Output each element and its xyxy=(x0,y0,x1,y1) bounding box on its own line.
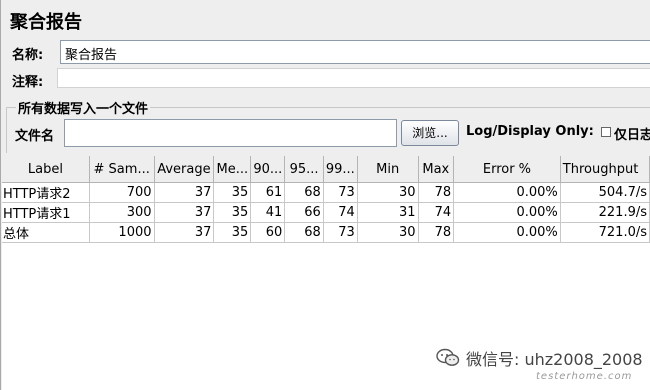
cell-samples: 700 xyxy=(89,182,155,203)
cell-average: 37 xyxy=(154,202,215,223)
comment-input[interactable] xyxy=(57,68,650,88)
cell-median: 35 xyxy=(213,222,252,243)
cell-95-line: 66 xyxy=(284,202,324,223)
comment-label: 注释: xyxy=(12,75,44,90)
cell-99-line: 73 xyxy=(323,222,358,243)
file-group-title: 所有数据写入一个文件 xyxy=(16,98,151,117)
cell-label: 总体 xyxy=(2,222,90,243)
cell-99-line: 73 xyxy=(323,182,358,203)
cell-error: 0.00% xyxy=(453,202,561,223)
cell-90-line: 60 xyxy=(250,222,286,243)
cell-95-line: 68 xyxy=(284,222,324,243)
table-header-row: Label # Sam... Average Me... 90... 95...… xyxy=(2,156,650,183)
cell-max: 78 xyxy=(418,222,455,243)
cell-90-line: 41 xyxy=(250,202,286,223)
cell-95-line: 68 xyxy=(284,182,324,203)
cell-median: 35 xyxy=(213,202,252,223)
cell-throughput: 504.7/s xyxy=(560,182,650,203)
cell-samples: 300 xyxy=(89,202,155,223)
cell-max: 78 xyxy=(418,182,455,203)
watermark-text: 微信号: uhz2008_2008 xyxy=(466,350,643,369)
table-row[interactable]: HTTP请求1 300 37 35 41 66 74 31 74 0.00% 2… xyxy=(2,202,650,223)
cell-throughput: 721.0/s xyxy=(560,222,650,243)
errors-only-label: 仅日志 xyxy=(614,128,650,143)
column-header-throughput[interactable]: Throughput xyxy=(560,156,650,183)
cell-max: 74 xyxy=(418,202,455,223)
cell-throughput: 221.9/s xyxy=(560,202,650,223)
page-title: 聚合报告 xyxy=(10,12,82,33)
column-header-average[interactable]: Average xyxy=(154,156,215,183)
cell-samples: 1000 xyxy=(89,222,155,243)
cell-average: 37 xyxy=(154,182,215,203)
cell-label: HTTP请求2 xyxy=(2,182,90,203)
wechat-icon xyxy=(436,348,460,366)
filename-input[interactable] xyxy=(64,119,397,147)
cell-median: 35 xyxy=(213,182,252,203)
browse-button[interactable]: 浏览... xyxy=(401,120,459,146)
group-border-left xyxy=(6,107,7,153)
column-header-95-line[interactable]: 95... xyxy=(284,156,324,183)
watermark: 微信号: uhz2008_2008 xyxy=(436,346,643,370)
column-header-label[interactable]: Label xyxy=(2,156,90,183)
name-label: 名称: xyxy=(12,48,44,63)
column-header-90-line[interactable]: 90... xyxy=(250,156,286,183)
panel-border xyxy=(0,0,1,390)
watermark-subtext: testerhome.com xyxy=(536,371,633,382)
table-row[interactable]: HTTP请求2 700 37 35 61 68 73 30 78 0.00% 5… xyxy=(2,182,650,203)
cell-error: 0.00% xyxy=(453,182,561,203)
column-header-samples[interactable]: # Sam... xyxy=(89,156,155,183)
column-header-min[interactable]: Min xyxy=(357,156,419,183)
errors-only-checkbox[interactable] xyxy=(601,127,611,137)
column-header-error[interactable]: Error % xyxy=(453,156,561,183)
cell-min: 31 xyxy=(357,202,419,223)
log-display-only-label: Log/Display Only: xyxy=(466,124,594,139)
filename-label: 文件名 xyxy=(15,129,55,144)
column-header-99-line[interactable]: 99... xyxy=(323,156,358,183)
cell-99-line: 74 xyxy=(323,202,358,223)
cell-label: HTTP请求1 xyxy=(2,202,90,223)
cell-90-line: 61 xyxy=(250,182,286,203)
cell-average: 37 xyxy=(154,222,215,243)
name-input[interactable]: 聚合报告 xyxy=(60,40,650,64)
cell-min: 30 xyxy=(357,182,419,203)
cell-error: 0.00% xyxy=(453,222,561,243)
cell-min: 30 xyxy=(357,222,419,243)
table-row[interactable]: 总体 1000 37 35 60 68 73 30 78 0.00% 721.0… xyxy=(2,222,650,243)
column-header-median[interactable]: Me... xyxy=(213,156,252,183)
column-header-max[interactable]: Max xyxy=(418,156,455,183)
